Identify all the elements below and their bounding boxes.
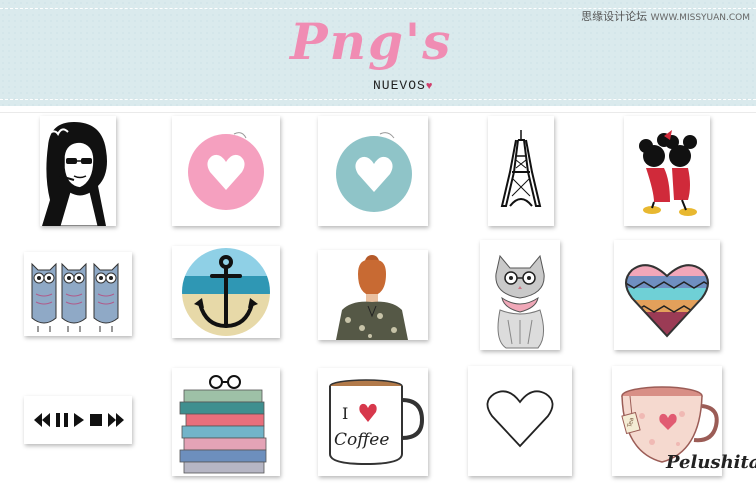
outline-heart-image[interactable] [468, 366, 572, 476]
watermark-url: WWW.MISSYUAN.COM [650, 13, 750, 23]
mickey-minnie-image[interactable] [624, 116, 710, 226]
woman-sunglasses-icon [42, 122, 107, 226]
pink-heart-circle-icon [188, 132, 264, 210]
cat-icon [495, 254, 545, 349]
blue-heart-circle-icon [336, 132, 412, 212]
watermark-cn: 思缘设计论坛 [581, 10, 648, 23]
media-controls-icon [34, 413, 124, 427]
subtitle-heart-icon: ♥ [425, 81, 434, 93]
media-controls-image[interactable] [24, 396, 132, 444]
owls-image[interactable] [24, 252, 132, 336]
books-icon [179, 375, 267, 474]
header-banner: 思缘设计论坛 WWW.MISSYUAN.COM Png's NUEVOS♥ [0, 0, 756, 106]
owls-icon [31, 262, 119, 332]
bottom-stitch-line [0, 99, 756, 100]
signature: Pelushita♥ [666, 452, 756, 473]
subtitle-text: NUEVOS [373, 78, 426, 93]
watermark: 思缘设计论坛 WWW.MISSYUAN.COM [581, 8, 750, 24]
woman-sunglasses-image[interactable] [40, 116, 116, 226]
anchor-icon [182, 248, 270, 336]
signature-text: Pelushita [666, 452, 756, 473]
page-title: Png's [290, 12, 453, 71]
tribal-heart-image[interactable] [614, 240, 720, 350]
eiffel-tower-image[interactable] [488, 116, 554, 226]
coffee-mug-image[interactable]: I Coffee [318, 368, 428, 476]
girl-bun-icon [336, 255, 408, 340]
mug-text-coffee: Coffee [334, 430, 390, 450]
outline-heart-icon [486, 390, 554, 448]
eiffel-tower-icon [500, 130, 542, 207]
pink-heart-circle-image[interactable] [172, 116, 280, 226]
mug-text-i: I [342, 404, 349, 423]
books-glasses-image[interactable] [172, 368, 280, 476]
mickey-minnie-icon [639, 130, 697, 216]
blue-heart-circle-image[interactable] [318, 116, 428, 226]
girl-back-bun-image[interactable] [318, 250, 428, 340]
anchor-beach-circle-image[interactable] [172, 246, 280, 338]
cat-glasses-image[interactable] [480, 240, 560, 350]
tribal-heart-icon [625, 264, 709, 338]
coffee-mug-icon [329, 379, 425, 466]
page-subtitle: NUEVOS♥ [373, 78, 433, 93]
